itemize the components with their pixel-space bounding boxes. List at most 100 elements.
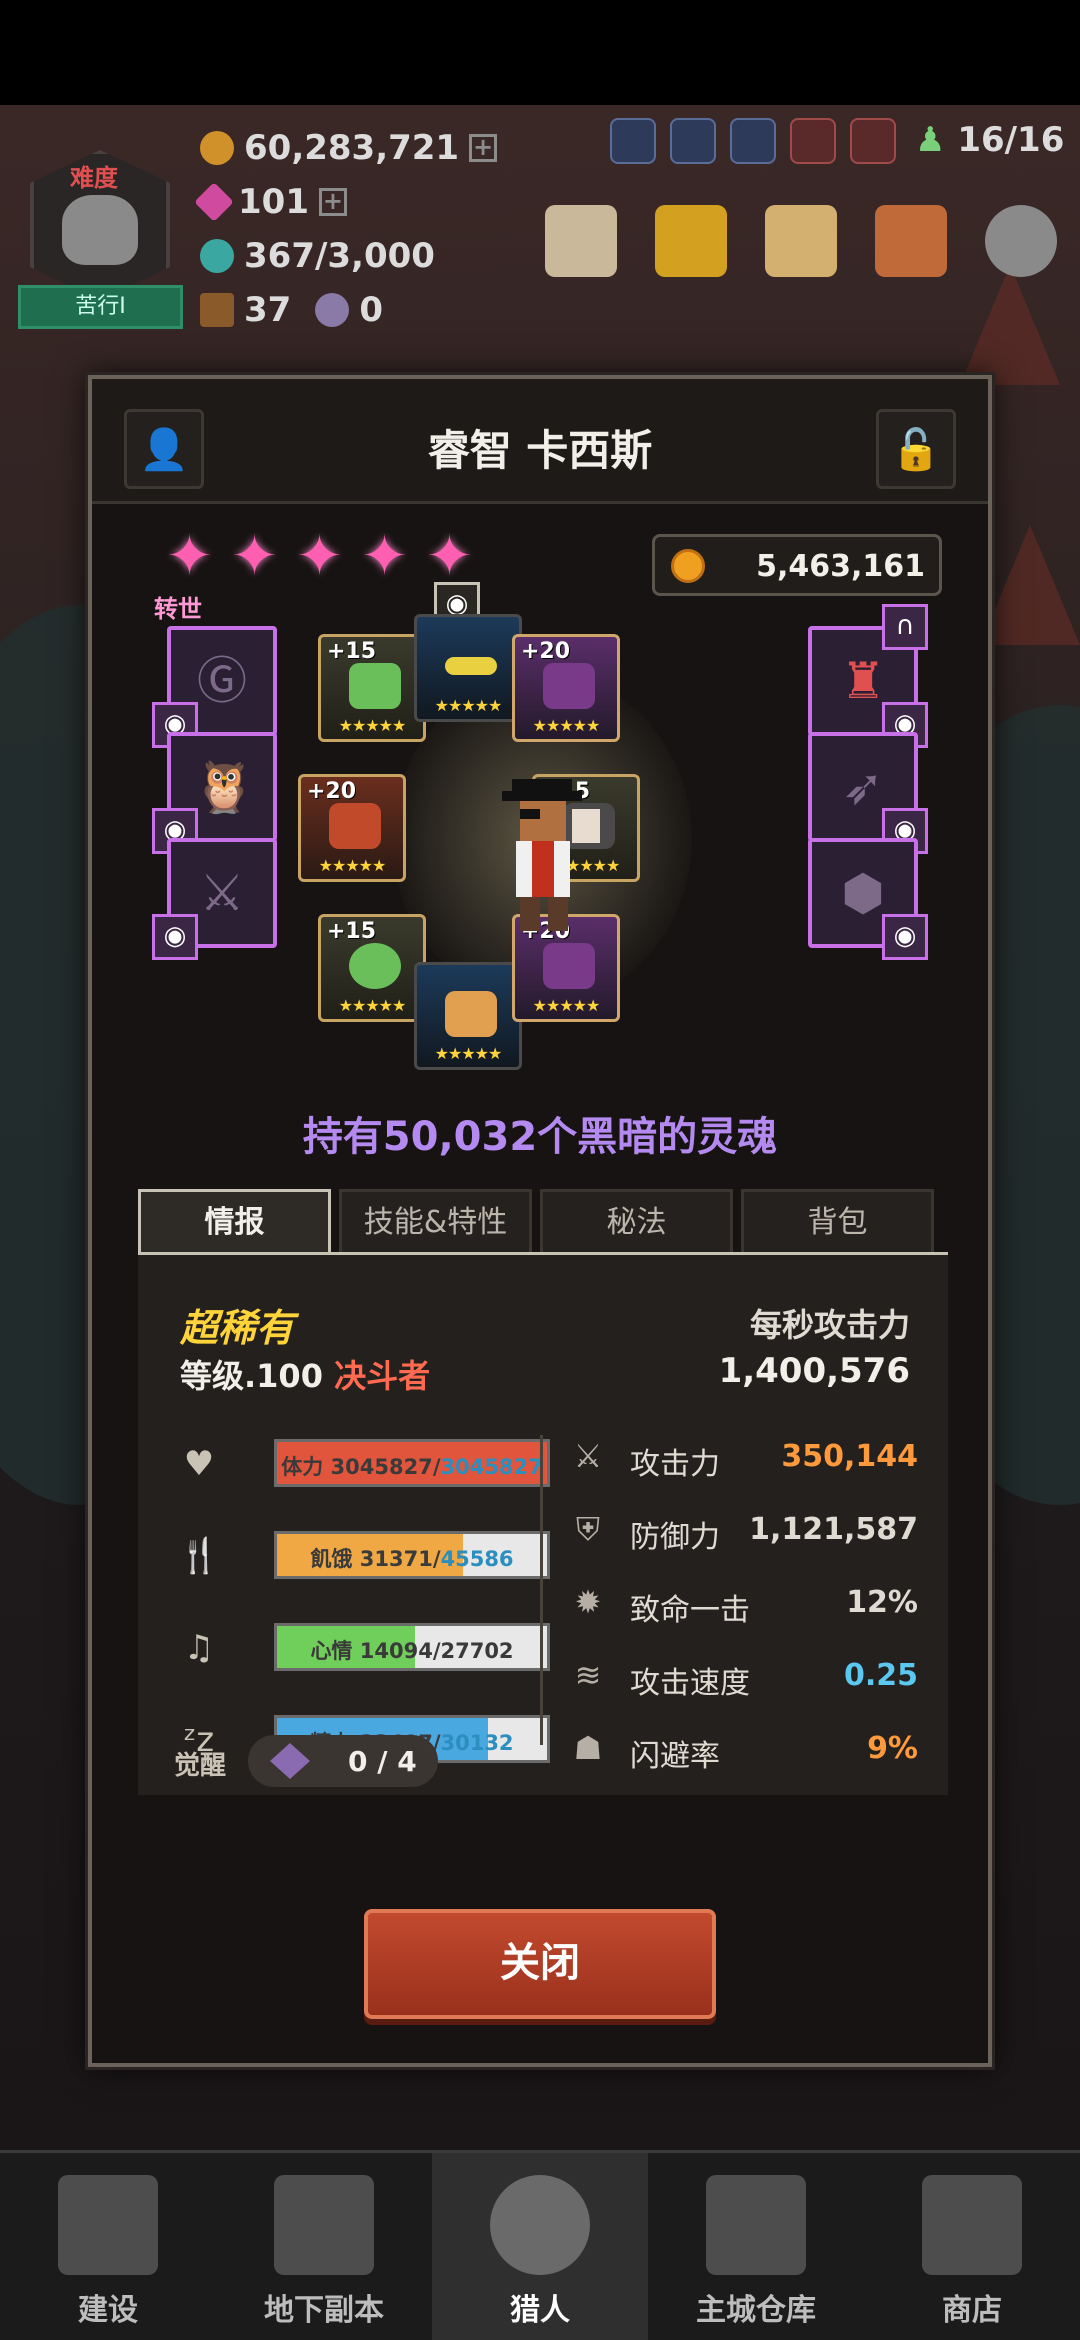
ring-icon — [349, 943, 401, 989]
tab-skills[interactable]: 技能&特性 — [339, 1189, 532, 1255]
class-name: 决斗者 — [334, 1357, 431, 1395]
coin-icon: Ⓖ — [197, 652, 247, 710]
hp-row: ♥ 体力 3045827/3045827 — [178, 1439, 550, 1489]
eye-icon[interactable]: ◉ — [152, 914, 198, 960]
bar-max: 27702 — [440, 1639, 514, 1663]
mail-icon[interactable] — [765, 205, 837, 277]
nav-hunters[interactable]: 猎人 — [432, 2153, 648, 2340]
detail-tabs: 情报 技能&特性 秘法 背包 — [138, 1189, 934, 1255]
level-class: 等级.100 决斗者 — [180, 1351, 430, 1397]
item-level: +20 — [521, 639, 571, 664]
shield-icon: ⛨ — [575, 1510, 600, 1548]
person-icon: ♟ — [915, 120, 946, 160]
hunter-name: 睿智 卡西斯 — [427, 426, 653, 475]
tab-arcana[interactable]: 秘法 — [540, 1189, 733, 1255]
hunger-bar: 飢饿 31371/45586 — [274, 1531, 550, 1579]
tab-inventory[interactable]: 背包 — [741, 1189, 934, 1255]
dodge-icon: ☗ — [573, 1729, 603, 1767]
skull-icon — [62, 195, 138, 265]
guild-icon[interactable] — [875, 205, 947, 277]
hunter-gold: 5,463,161 — [652, 534, 942, 596]
cloud-buff-icon[interactable] — [670, 118, 716, 164]
nav-dungeon[interactable]: 地下副本 — [216, 2153, 432, 2340]
house-buff-icon[interactable] — [730, 118, 776, 164]
bottom-nav: 建设 地下副本 猎人 主城仓库 商店 — [0, 2150, 1080, 2340]
star-icon: ✦ — [296, 524, 343, 589]
stat-label: 攻击速度 — [630, 1666, 750, 1701]
stat-value: 350,144 — [781, 1439, 918, 1474]
helmet-toggle-icon[interactable]: ∩ — [882, 604, 928, 650]
nav-shop[interactable]: 商店 — [864, 2153, 1080, 2340]
add-gold-button[interactable]: + — [469, 134, 498, 162]
armor-icon — [543, 663, 595, 709]
item-stars: ★★★★★ — [338, 996, 407, 1015]
awaken-button[interactable]: 0 / 4 — [248, 1735, 438, 1787]
hp-bar: 体力 3045827/3045827 — [274, 1439, 550, 1487]
nav-label: 主城仓库 — [696, 2293, 816, 2328]
hunter-count: ♟ 16/16 — [915, 120, 1064, 160]
bar-current: 31371 — [359, 1547, 433, 1571]
awaken-value: 0 / 4 — [348, 1745, 417, 1778]
soul-stone-counter: 367/3,000 — [200, 236, 435, 276]
add-gem-button[interactable]: + — [318, 188, 347, 216]
close-button[interactable]: 关闭 — [364, 1909, 716, 2019]
shield-buff-icon[interactable] — [610, 118, 656, 164]
burst-icon: ✹ — [574, 1583, 602, 1621]
nav-warehouse[interactable]: 主城仓库 — [648, 2153, 864, 2340]
owl-icon: 🦉 — [193, 758, 256, 816]
info-panel: 超稀有 等级.100 决斗者 每秒攻击力 1,400,576 ♥ 体力 3045… — [138, 1255, 948, 1795]
evasion-stat: ☗ 闪避率 9% — [568, 1727, 918, 1774]
dps-value: 1,400,576 — [718, 1351, 910, 1391]
equip-armor[interactable]: +20 ★★★★★ — [512, 634, 620, 742]
soul-stone-value: 367/3,000 — [244, 236, 435, 276]
music-note-icon: ♫ — [183, 1628, 215, 1668]
dark-souls-count: 持有50,032个黑暗的灵魂 — [302, 1114, 778, 1160]
orb-value: 0 — [359, 290, 383, 330]
glasses-icon — [445, 657, 497, 675]
stat-label: 致命一击 — [630, 1593, 750, 1628]
equip-ring[interactable]: +15 ★★★★★ — [318, 914, 426, 1022]
trophy-icon[interactable] — [655, 205, 727, 277]
bar-label: 飢饿 — [310, 1547, 353, 1571]
bar-label: 体力 — [281, 1455, 324, 1479]
gold-coin-icon — [671, 549, 705, 583]
rarity-label: 超稀有 — [180, 1306, 295, 1350]
difficulty-level: 苦行I — [18, 285, 183, 329]
soul-stone-icon — [200, 239, 234, 273]
item-stars: ★★★★★ — [434, 696, 503, 715]
equip-necklace[interactable]: +15 ★★★★★ — [318, 634, 426, 742]
hunger-bar-text: 飢饿 31371/45586 — [310, 1547, 514, 1571]
item-stars: ★★★★★ — [532, 996, 601, 1015]
eye-icon[interactable]: ◉ — [882, 914, 928, 960]
chest-icon — [706, 2175, 806, 2275]
status-bar — [0, 0, 1080, 105]
gold-value: 60,283,721 — [244, 128, 460, 168]
stat-label: 闪避率 — [630, 1739, 720, 1774]
mood-row: ♫ 心情 14094/27702 — [178, 1623, 550, 1673]
defense-stat: ⛨ 防御力 1,121,587 — [568, 1508, 918, 1555]
fork-knife-icon: 🍴 — [178, 1536, 221, 1576]
equip-weapon[interactable]: +20 ★★★★★ — [298, 774, 406, 882]
equip-food[interactable]: ★★★★★ — [414, 962, 522, 1070]
heart-buff-icon[interactable] — [850, 118, 896, 164]
star-icon: ✦ — [166, 524, 213, 589]
gold-counter: 60,283,721 + — [200, 128, 498, 168]
gear-icon[interactable] — [985, 205, 1057, 277]
gem-icon — [194, 182, 234, 222]
awaken-label: 觉醒 — [174, 1751, 227, 1781]
nav-build[interactable]: 建设 — [0, 2153, 216, 2340]
item-level: +20 — [307, 779, 357, 804]
stat-value: 1,121,587 — [749, 1512, 918, 1547]
hunter-detail-modal: 👤 睿智 卡西斯 🔓 ✦ ✦ ✦ ✦ ✦ 转世 5,463,161 Ⓖ ◉ 🦉 … — [88, 375, 992, 2067]
meat-buff-icon[interactable] — [790, 118, 836, 164]
item-level: +15 — [327, 639, 377, 664]
item-stars: ★★★★★ — [532, 716, 601, 735]
necklace-icon — [349, 663, 401, 709]
book-icon[interactable] — [545, 205, 617, 277]
tab-info[interactable]: 情报 — [138, 1189, 331, 1255]
lock-button[interactable]: 🔓 — [876, 409, 956, 489]
equip-helmet[interactable]: ★★★★★ — [414, 614, 522, 722]
equipment-area: Ⓖ ◉ 🦉 ◉ ⚔ ◉ ♜ ∩ ◉ ➶ ◉ ⬢ ◉ +15 ★★★★★ ◉ ★★… — [92, 582, 988, 1104]
bar-max: 45586 — [440, 1547, 514, 1571]
modal-header: 👤 睿智 卡西斯 🔓 — [92, 379, 988, 504]
